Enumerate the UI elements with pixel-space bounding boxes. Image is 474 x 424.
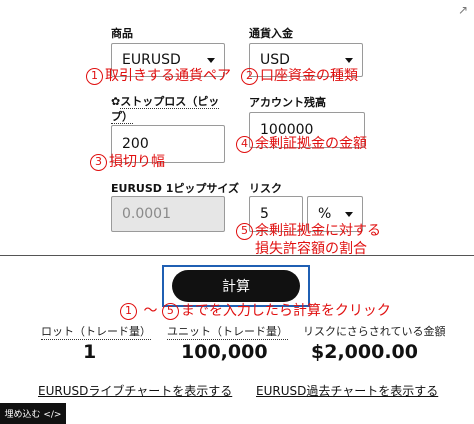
annotation-6-start-number: 1 bbox=[120, 303, 137, 320]
pip-size-label: EURUSD 1ピップサイズ bbox=[111, 182, 240, 195]
annotation-6-text: までを入力したら計算をクリック bbox=[180, 303, 391, 319]
annotation-2: 2 口座資金の種類 bbox=[241, 67, 358, 85]
stop-loss-value: 200 bbox=[122, 136, 149, 152]
units-label: ユニット（トレード量） bbox=[167, 325, 288, 340]
pip-size-input: 0.0001 bbox=[111, 196, 225, 232]
annotation-3: 3 損切り幅 bbox=[90, 153, 165, 171]
annotation-3-number: 3 bbox=[90, 154, 107, 171]
lot-value: 1 bbox=[83, 341, 97, 363]
risk-label: リスク bbox=[249, 182, 282, 195]
chevron-down-icon bbox=[207, 58, 215, 63]
risk-amount-label: リスクにさらされている金額 bbox=[303, 325, 446, 338]
chevron-down-icon bbox=[345, 212, 353, 217]
account-balance-label: アカウント残高 bbox=[249, 96, 326, 109]
chevron-down-icon bbox=[345, 58, 353, 63]
external-link-icon[interactable]: ↗ bbox=[458, 3, 468, 17]
annotation-6: 1 ～ 5 までを入力したら計算をクリック bbox=[120, 302, 391, 320]
annotation-6-mid: ～ bbox=[139, 303, 162, 319]
calculate-button[interactable]: 計算 bbox=[172, 270, 300, 302]
annotation-4-number: 4 bbox=[236, 136, 253, 153]
annotation-1: 1 取引きする通貨ペア bbox=[86, 67, 231, 85]
live-chart-link[interactable]: EURUSDライブチャートを表示する bbox=[38, 382, 232, 399]
divider bbox=[0, 255, 474, 256]
annotation-5-number: 5 bbox=[236, 223, 253, 240]
stop-loss-label-line1: ストップロス（ピッ bbox=[120, 95, 220, 109]
units-value: 100,000 bbox=[181, 341, 268, 363]
past-chart-link[interactable]: EURUSD過去チャートを表示する bbox=[256, 382, 438, 399]
annotation-2-number: 2 bbox=[241, 68, 258, 85]
annotation-4: 4 余剰証拠金の金額 bbox=[236, 135, 367, 153]
pip-size-value: 0.0001 bbox=[122, 206, 171, 222]
stop-loss-label-line2: プ） bbox=[111, 110, 133, 124]
flower-icon: ✿ bbox=[111, 95, 121, 108]
annotation-5-line1: 余剰証拠金に対する bbox=[255, 223, 381, 239]
annotation-4-text: 余剰証拠金の金額 bbox=[255, 136, 367, 152]
risk-value: 5 bbox=[260, 206, 269, 222]
annotation-1-text: 取引きする通貨ペア bbox=[105, 68, 231, 84]
annotation-6-end-number: 5 bbox=[161, 303, 179, 320]
annotation-2-text: 口座資金の種類 bbox=[260, 68, 358, 84]
account-currency-label: 通貨入金 bbox=[249, 27, 293, 40]
lot-label: ロット（トレード量） bbox=[41, 325, 151, 340]
stop-loss-label: ✿ストップロス（ピッ プ） bbox=[111, 94, 220, 124]
risk-amount-value: $2,000.00 bbox=[311, 341, 418, 363]
embed-button[interactable]: 埋め込む </> bbox=[0, 403, 66, 424]
account-currency-value: USD bbox=[260, 52, 290, 68]
risk-unit-value: % bbox=[318, 206, 332, 222]
annotation-5: 5 余剰証拠金に対する 損失許容額の割合 bbox=[236, 222, 381, 258]
annotation-3-text: 損切り幅 bbox=[109, 154, 165, 170]
product-value: EURUSD bbox=[122, 52, 181, 68]
annotation-1-number: 1 bbox=[86, 68, 103, 85]
product-label: 商品 bbox=[111, 27, 133, 40]
